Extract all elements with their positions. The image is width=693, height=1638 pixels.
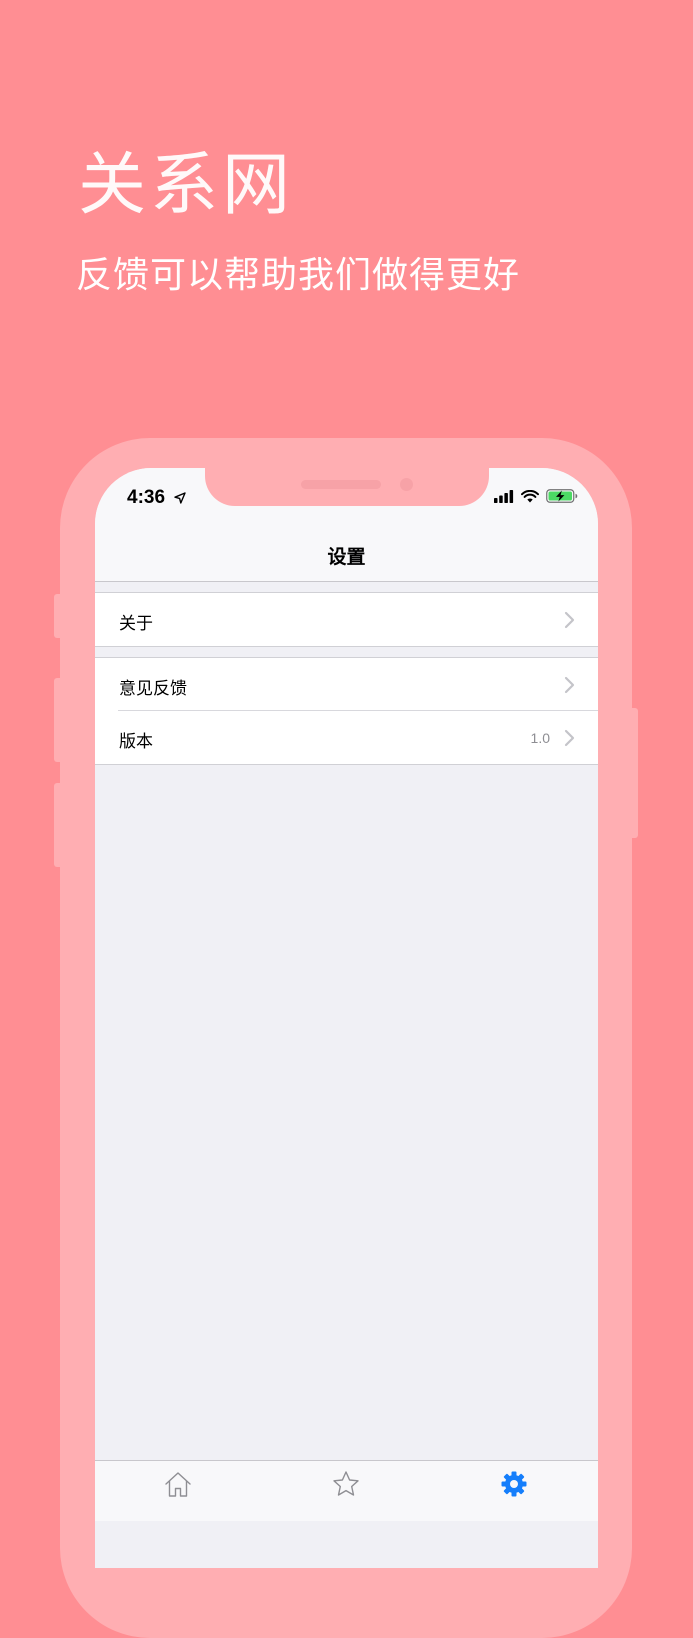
promo-title: 关系网 xyxy=(78,146,295,225)
gear-icon xyxy=(501,1471,527,1497)
tab-settings[interactable] xyxy=(499,1469,529,1499)
battery-charging-icon xyxy=(546,489,578,503)
version-value: 1.0 xyxy=(530,730,550,746)
settings-row-version[interactable]: 版本 1.0 xyxy=(95,710,598,764)
signal-icon xyxy=(494,490,514,503)
settings-row-about[interactable]: 关于 xyxy=(95,593,598,646)
settings-group-about: 关于 xyxy=(95,592,598,647)
tab-home[interactable] xyxy=(163,1469,193,1499)
tab-bar xyxy=(95,1460,598,1521)
navigation-bar: 设置 xyxy=(95,512,598,582)
status-icons xyxy=(494,489,578,503)
phone-notch xyxy=(205,468,489,506)
phone-power-button xyxy=(631,708,638,838)
chevron-right-icon xyxy=(564,611,575,629)
tab-favorites[interactable] xyxy=(331,1469,361,1499)
phone-screen: 4:36 设置 关于 意见反馈 版本 1.0 xyxy=(95,468,598,1568)
row-label: 关于 xyxy=(119,614,153,634)
settings-group-feedback: 意见反馈 版本 1.0 xyxy=(95,657,598,765)
home-icon xyxy=(165,1472,191,1497)
promo-subtitle: 反馈可以帮助我们做得更好 xyxy=(76,255,521,296)
status-time: 4:36 xyxy=(127,487,166,508)
nav-title: 设置 xyxy=(327,546,366,568)
row-label: 意见反馈 xyxy=(119,679,187,699)
chevron-right-icon xyxy=(564,676,575,694)
chevron-right-icon xyxy=(564,729,575,747)
settings-row-feedback[interactable]: 意见反馈 xyxy=(95,658,598,711)
location-arrow-icon xyxy=(174,492,186,504)
star-icon xyxy=(333,1471,359,1496)
row-label: 版本 xyxy=(119,732,153,752)
wifi-icon xyxy=(521,490,539,503)
